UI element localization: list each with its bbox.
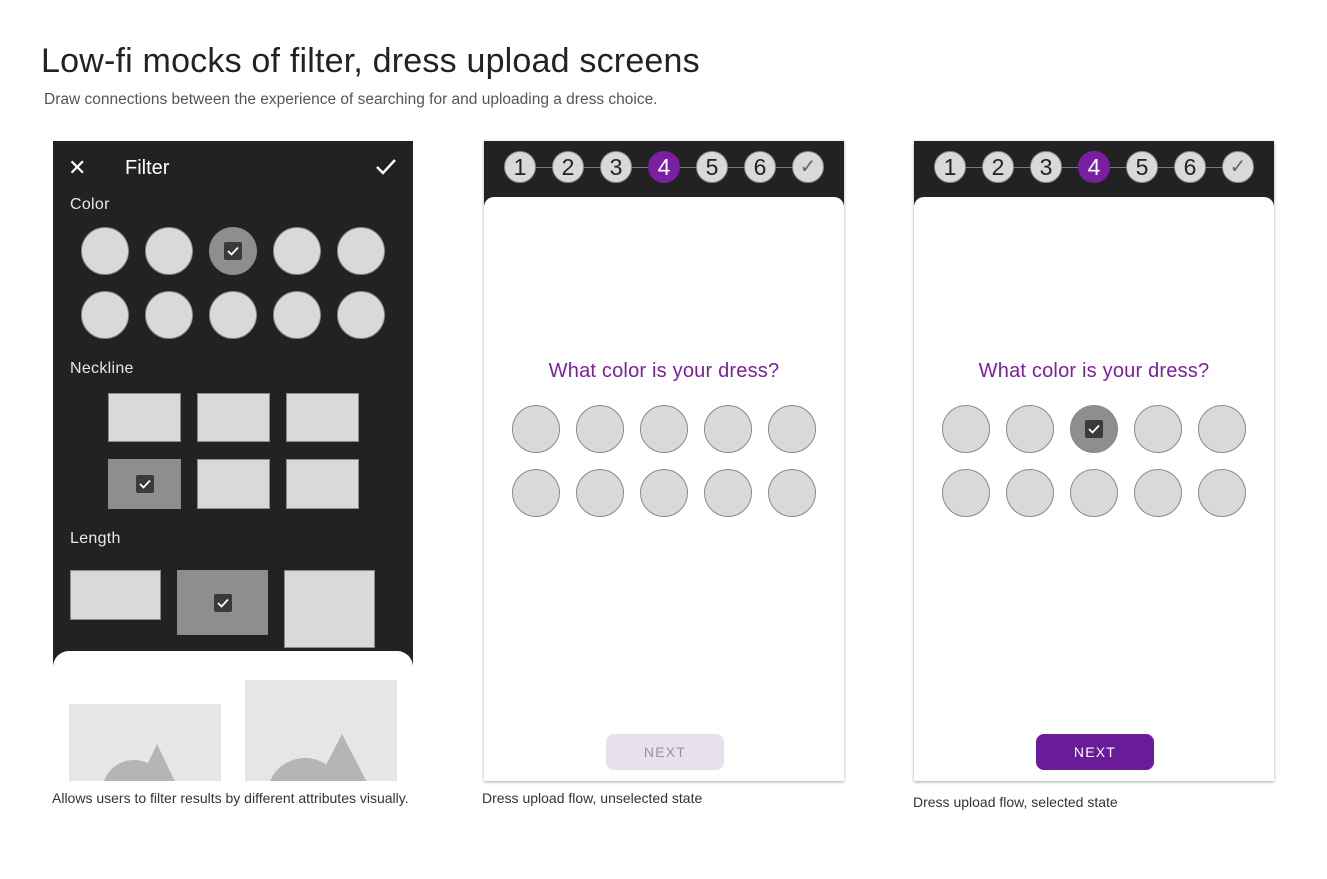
- question-text: What color is your dress?: [978, 360, 1210, 382]
- color-swatch[interactable]: [337, 291, 385, 339]
- length-option[interactable]: [284, 570, 375, 648]
- color-swatch[interactable]: [337, 227, 385, 275]
- color-swatch-selected[interactable]: [1070, 405, 1118, 453]
- color-swatch[interactable]: [768, 469, 816, 517]
- page-title: Low-fi mocks of filter, dress upload scr…: [41, 42, 700, 80]
- question-card: What color is your dress? NEXT: [914, 197, 1274, 781]
- color-swatch[interactable]: [81, 227, 129, 275]
- step-2: 2: [982, 151, 1014, 183]
- filter-title: Filter: [125, 157, 170, 179]
- color-swatch[interactable]: [145, 227, 193, 275]
- color-swatch-selected[interactable]: [209, 227, 257, 275]
- neckline-section-label: Neckline: [70, 360, 134, 377]
- step-3: 3: [600, 151, 632, 183]
- color-swatch[interactable]: [1198, 469, 1246, 517]
- selected-caption: Dress upload flow, selected state: [913, 794, 1118, 810]
- step-4-active: 4: [648, 151, 680, 183]
- neckline-option[interactable]: [286, 393, 359, 442]
- color-swatch[interactable]: [512, 469, 560, 517]
- color-swatch[interactable]: [1134, 405, 1182, 453]
- color-swatch[interactable]: [576, 469, 624, 517]
- color-swatch[interactable]: [81, 291, 129, 339]
- filter-screen: ✕ Filter Color Neckline Length: [53, 141, 413, 781]
- color-section-label: Color: [70, 196, 110, 213]
- step-4-active: 4: [1078, 151, 1110, 183]
- color-swatch[interactable]: [640, 469, 688, 517]
- color-swatch[interactable]: [209, 291, 257, 339]
- question-text: What color is your dress?: [548, 360, 780, 382]
- image-placeholder-icon: [103, 744, 175, 781]
- color-swatch[interactable]: [1134, 469, 1182, 517]
- color-swatch[interactable]: [640, 405, 688, 453]
- filter-caption: Allows users to filter results by differ…: [52, 790, 409, 806]
- step-2: 2: [552, 151, 584, 183]
- checkbox-checked-icon: [224, 242, 242, 260]
- progress-stepper: 1 2 3 4 5 6 ✓: [484, 141, 844, 197]
- color-swatch[interactable]: [512, 405, 560, 453]
- next-button-enabled[interactable]: NEXT: [1036, 734, 1154, 770]
- color-swatch[interactable]: [1006, 469, 1054, 517]
- step-complete-check-icon: ✓: [1222, 151, 1254, 183]
- close-icon[interactable]: ✕: [68, 155, 86, 181]
- step-5: 5: [1126, 151, 1158, 183]
- image-placeholder-icon: [270, 734, 367, 781]
- color-swatch[interactable]: [1198, 405, 1246, 453]
- checkbox-checked-icon: [135, 475, 154, 493]
- checkbox-checked-icon: [213, 593, 232, 612]
- length-option[interactable]: [70, 570, 161, 620]
- color-swatch[interactable]: [704, 469, 752, 517]
- color-swatch[interactable]: [1006, 405, 1054, 453]
- question-card: What color is your dress? NEXT: [484, 197, 844, 781]
- page-subtitle: Draw connections between the experience …: [44, 91, 658, 108]
- step-6: 6: [1174, 151, 1206, 183]
- step-complete-check-icon: ✓: [792, 151, 824, 183]
- neckline-option[interactable]: [197, 393, 270, 442]
- color-swatch[interactable]: [704, 405, 752, 453]
- step-1: 1: [934, 151, 966, 183]
- result-image-placeholder[interactable]: [69, 704, 221, 781]
- neckline-option[interactable]: [286, 459, 359, 509]
- color-swatch[interactable]: [273, 291, 321, 339]
- next-button-disabled[interactable]: NEXT: [606, 734, 724, 770]
- color-swatch[interactable]: [1070, 469, 1118, 517]
- progress-stepper: 1 2 3 4 5 6 ✓: [914, 141, 1274, 197]
- step-1: 1: [504, 151, 536, 183]
- neckline-option[interactable]: [197, 459, 270, 509]
- color-swatch[interactable]: [942, 405, 990, 453]
- neckline-option[interactable]: [108, 393, 181, 442]
- unselected-caption: Dress upload flow, unselected state: [482, 790, 703, 806]
- step-3: 3: [1030, 151, 1062, 183]
- step-5: 5: [696, 151, 728, 183]
- color-swatch[interactable]: [576, 405, 624, 453]
- step-6: 6: [744, 151, 776, 183]
- color-swatch[interactable]: [768, 405, 816, 453]
- results-sheet: [53, 651, 413, 781]
- color-swatch[interactable]: [145, 291, 193, 339]
- upload-screen-unselected: 1 2 3 4 5 6 ✓ What color is your dress? …: [484, 141, 844, 781]
- upload-screen-selected: 1 2 3 4 5 6 ✓ What color is your dress? …: [914, 141, 1274, 781]
- color-swatch[interactable]: [942, 469, 990, 517]
- length-option-selected[interactable]: [177, 570, 268, 635]
- color-swatch[interactable]: [273, 227, 321, 275]
- length-section-label: Length: [70, 530, 121, 547]
- result-image-placeholder[interactable]: [245, 680, 397, 781]
- confirm-check-icon[interactable]: [375, 157, 397, 177]
- checkbox-checked-icon: [1085, 420, 1103, 438]
- neckline-option-selected[interactable]: [108, 459, 181, 509]
